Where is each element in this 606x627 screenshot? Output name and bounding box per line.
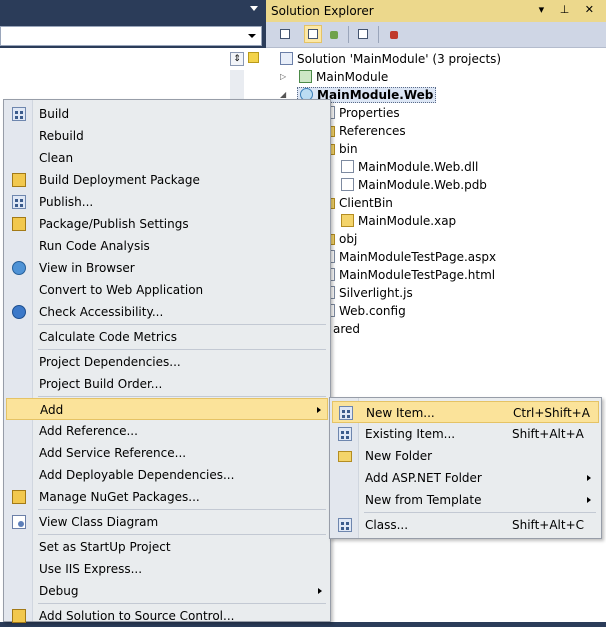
settings-icon	[12, 217, 26, 231]
menu-separator	[38, 603, 326, 604]
tree-item-web-config[interactable]: Web.config	[322, 302, 406, 320]
project-context-menu: Build Rebuild Clean Build Deployment Pac…	[3, 99, 331, 623]
publish-icon	[12, 195, 26, 209]
menu-item-set-as-startup-project[interactable]: Set as StartUp Project	[6, 536, 328, 558]
submenu-arrow-icon	[587, 475, 591, 481]
submenu-arrow-icon	[587, 497, 591, 503]
split-view-icon[interactable]: ⇕	[230, 52, 244, 66]
menu-item-calculate-code-metrics[interactable]: Calculate Code Metrics	[6, 326, 328, 348]
menu-separator	[38, 509, 326, 510]
collapse-icon[interactable]: ◢	[280, 90, 286, 99]
expand-icon[interactable]: ▷	[280, 72, 286, 81]
submenu-item-existing-item[interactable]: Existing Item... Shift+Alt+A	[332, 423, 599, 445]
menu-separator	[38, 534, 326, 535]
shortcut-text: Shift+Alt+C	[512, 518, 585, 532]
panel-title: Solution Explorer	[271, 4, 374, 18]
chevron-down-icon	[248, 34, 256, 38]
new-item-icon	[339, 406, 353, 420]
tab-dropdown-icon[interactable]	[250, 6, 258, 11]
package-icon	[12, 173, 26, 187]
submenu-arrow-icon	[318, 588, 322, 594]
submenu-item-add-aspnet-folder[interactable]: Add ASP.NET Folder	[332, 467, 599, 489]
tree-item-properties[interactable]: Properties	[322, 104, 400, 122]
show-all-files-button[interactable]	[304, 25, 322, 43]
editor-tab-bar	[0, 0, 266, 22]
menu-item-build-deployment-package[interactable]: Build Deployment Package	[6, 169, 328, 191]
menu-item-check-accessibility[interactable]: Check Accessibility...	[6, 301, 328, 323]
menu-separator	[38, 324, 326, 325]
menu-item-view-in-browser[interactable]: View in Browser	[6, 257, 328, 279]
menu-separator	[364, 512, 596, 513]
accessibility-icon	[12, 305, 26, 319]
menu-item-clean[interactable]: Clean	[6, 147, 328, 169]
submenu-item-new-item[interactable]: New Item... Ctrl+Shift+A	[332, 401, 599, 423]
shortcut-text: Ctrl+Shift+A	[513, 406, 590, 420]
tree-item-testpage-html[interactable]: MainModuleTestPage.html	[322, 266, 495, 284]
menu-item-add-reference[interactable]: Add Reference...	[6, 420, 328, 442]
menu-item-add[interactable]: Add	[6, 398, 328, 420]
tree-item-clientbin[interactable]: ClientBin	[322, 194, 393, 212]
refresh-button[interactable]	[324, 25, 342, 43]
change-marker-icon	[248, 52, 259, 63]
tree-item-xap[interactable]: MainModule.xap	[341, 212, 456, 230]
member-dropdown[interactable]	[0, 26, 262, 46]
tree-item-web-pdb[interactable]: MainModule.Web.pdb	[341, 176, 487, 194]
menu-item-use-iis-express[interactable]: Use IIS Express...	[6, 558, 328, 580]
window-controls[interactable]: ▾ ⊥ ✕	[539, 3, 600, 16]
menu-item-convert-to-web-application[interactable]: Convert to Web Application	[6, 279, 328, 301]
file-icon	[341, 160, 354, 173]
menu-item-run-code-analysis[interactable]: Run Code Analysis	[6, 235, 328, 257]
view-class-diagram-button[interactable]	[354, 25, 372, 43]
menu-item-project-dependencies[interactable]: Project Dependencies...	[6, 351, 328, 373]
menu-item-manage-nuget-packages[interactable]: Manage NuGet Packages...	[6, 486, 328, 508]
solution-explorer-toolbar	[266, 22, 606, 48]
tree-item-solution[interactable]: Solution 'MainModule' (3 projects)	[280, 50, 501, 68]
source-control-icon	[12, 609, 26, 623]
submenu-item-class[interactable]: Class... Shift+Alt+C	[332, 514, 599, 536]
tree-item-mainmodule[interactable]: MainModule	[299, 68, 388, 86]
submenu-arrow-icon	[317, 407, 321, 413]
existing-item-icon	[338, 427, 352, 441]
submenu-item-new-from-template[interactable]: New from Template	[332, 489, 599, 511]
class-diagram-icon	[12, 515, 26, 529]
tree-item-web-dll[interactable]: MainModule.Web.dll	[341, 158, 478, 176]
asp-net-config-button[interactable]	[384, 25, 402, 43]
menu-separator	[38, 349, 326, 350]
menu-item-view-class-diagram[interactable]: View Class Diagram	[6, 511, 328, 533]
menu-item-build[interactable]: Build	[6, 103, 328, 125]
build-icon	[12, 107, 26, 121]
csharp-project-icon	[299, 70, 312, 83]
tree-item-silverlight-js[interactable]: Silverlight.js	[322, 284, 413, 302]
nuget-icon	[12, 490, 26, 504]
tree-item-references[interactable]: References	[322, 122, 406, 140]
shortcut-text: Shift+Alt+A	[512, 427, 584, 441]
menu-item-add-solution-to-source-control[interactable]: Add Solution to Source Control...	[6, 605, 328, 627]
menu-item-package-publish-settings[interactable]: Package/Publish Settings	[6, 213, 328, 235]
menu-item-project-build-order[interactable]: Project Build Order...	[6, 373, 328, 395]
new-folder-icon	[338, 451, 352, 462]
properties-button[interactable]	[276, 25, 294, 43]
menu-item-add-service-reference[interactable]: Add Service Reference...	[6, 442, 328, 464]
menu-item-add-deployable-dependencies[interactable]: Add Deployable Dependencies...	[6, 464, 328, 486]
browser-icon	[12, 261, 26, 275]
menu-item-publish[interactable]: Publish...	[6, 191, 328, 213]
file-icon	[341, 178, 354, 191]
menu-item-rebuild[interactable]: Rebuild	[6, 125, 328, 147]
add-submenu: New Item... Ctrl+Shift+A Existing Item..…	[329, 397, 602, 539]
tree-item-testpage-aspx[interactable]: MainModuleTestPage.aspx	[322, 248, 496, 266]
xap-icon	[341, 214, 354, 227]
submenu-item-new-folder[interactable]: New Folder	[332, 445, 599, 467]
menu-separator	[38, 396, 326, 397]
solution-icon	[280, 52, 293, 65]
solution-explorer-title-bar: Solution Explorer ▾ ⊥ ✕	[266, 0, 606, 22]
class-icon	[338, 518, 352, 532]
menu-item-debug[interactable]: Debug	[6, 580, 328, 602]
